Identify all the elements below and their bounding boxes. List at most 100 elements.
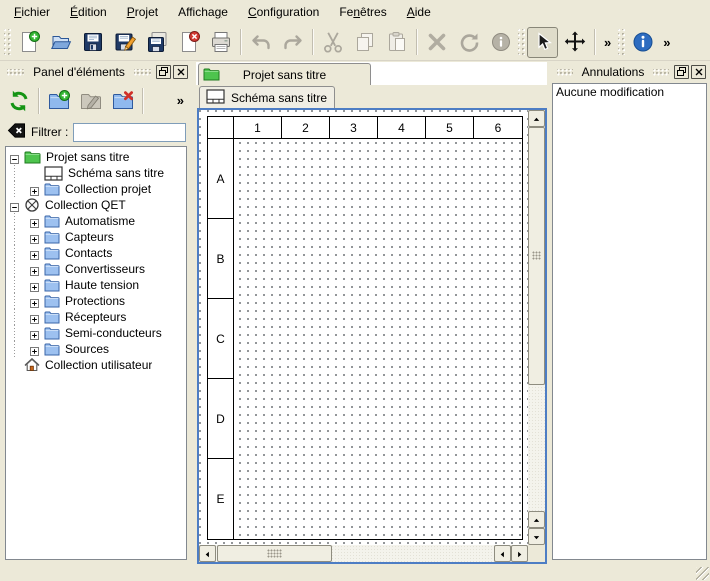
right-splitter[interactable] [547,62,551,564]
tree-item-haute-tension[interactable]: Haute tension [6,277,186,293]
expand-icon[interactable] [30,265,39,274]
left-splitter[interactable] [191,62,195,564]
collapse-icon[interactable] [10,153,19,162]
float-panel-button[interactable] [156,65,171,79]
scrollbar-corner [528,545,545,562]
new-document-button[interactable] [13,27,44,58]
tree-item-recepteurs[interactable]: Récepteurs [6,309,186,325]
float-panel-button[interactable] [674,65,689,79]
tree-item-automatisme[interactable]: Automatisme [6,213,186,229]
menu-edition[interactable]: Édition [60,2,117,22]
menu-affichage[interactable]: Affichage [168,2,238,22]
help-overflow-button[interactable]: » [658,35,675,50]
clear-filter-button[interactable] [6,123,26,141]
menu-configuration[interactable]: Configuration [238,2,329,22]
row-header-D: D [208,379,234,459]
undo-icon [249,30,273,54]
pan-button[interactable] [559,27,590,58]
expand-icon[interactable] [30,313,39,322]
tree-item-label: Projet sans titre [46,150,129,164]
horizontal-scroll-thumb[interactable] [217,545,332,562]
expand-icon[interactable] [30,233,39,242]
menu-fenetres[interactable]: Fenêtres [329,2,396,22]
element-info-button [485,27,516,58]
toolbar-drag-handle[interactable] [4,29,11,55]
folder-icon [44,182,60,196]
scroll-down-button[interactable] [528,528,545,545]
new-category-button[interactable] [43,85,74,116]
resize-grip[interactable] [696,567,709,580]
vertical-scrollbar[interactable] [528,110,545,545]
about-button[interactable] [627,27,658,58]
expand-icon[interactable] [30,329,39,338]
tree-item-collection-qet[interactable]: Collection QET [6,197,186,213]
arrow-up-icon [533,112,540,126]
rotate-icon [457,30,481,54]
spacer [30,169,39,178]
vertical-scroll-thumb[interactable] [528,127,545,385]
tree-item-collection-projet[interactable]: Collection projet [6,181,186,197]
tools-overflow-button[interactable]: » [599,35,616,50]
menu-projet[interactable]: Projet [117,2,168,22]
tree-item-convertisseurs[interactable]: Convertisseurs [6,261,186,277]
expand-icon[interactable] [30,249,39,258]
expand-icon[interactable] [30,217,39,226]
print-button[interactable] [205,27,236,58]
tab-schema-sans-titre[interactable]: Schéma sans titre [199,86,335,108]
reload-collections-button[interactable] [3,85,34,116]
restore-icon [159,65,168,79]
expand-icon[interactable] [30,281,39,290]
menu-bar: FichierÉditionProjetAffichageConfigurati… [0,0,710,24]
scroll-up-button-bottom[interactable] [528,511,545,528]
tree-item-contacts[interactable]: Contacts [6,245,186,261]
clipboard-toolbar-group [317,27,412,58]
horizontal-scrollbar[interactable] [199,545,528,562]
tree-item-capteurs[interactable]: Capteurs [6,229,186,245]
tree-item-semi-conducteurs[interactable]: Semi-conducteurs [6,325,186,341]
scroll-up-button[interactable] [528,110,545,127]
expand-icon[interactable] [30,297,39,306]
close-panel-button[interactable] [691,65,706,79]
row-header-A: A [208,139,234,219]
tree-item-collection-utilisateur[interactable]: Collection utilisateur [6,357,186,373]
save-as-button[interactable] [109,27,140,58]
scroll-left-button-right[interactable] [494,545,511,562]
column-header-4: 4 [378,117,426,139]
filter-input[interactable] [73,123,186,142]
undo-panel-titlebar[interactable]: Annulations [551,62,709,82]
expand-icon[interactable] [30,345,39,354]
open-document-button[interactable] [45,27,76,58]
save-all-button[interactable] [141,27,172,58]
collapse-icon[interactable] [10,201,19,210]
tree-guide [10,165,30,181]
elements-panel-titlebar[interactable]: Panel d'éléments [1,62,191,82]
tree-item-sources[interactable]: Sources [6,341,186,357]
close-document-button[interactable] [173,27,204,58]
tree-item-label: Capteurs [65,230,114,244]
menu-fichier[interactable]: Fichier [4,2,60,22]
scroll-left-button[interactable] [199,545,216,562]
panel-overflow-button[interactable]: » [172,93,189,108]
scroll-right-button[interactable] [511,545,528,562]
schema-canvas[interactable]: 123456ABCDE [199,110,528,545]
select-button[interactable] [527,27,558,58]
toolbar-drag-handle[interactable] [518,29,525,55]
toolbar-drag-handle[interactable] [618,29,625,55]
expand-icon[interactable] [30,185,39,194]
tree-guide [10,245,30,261]
column-header-1: 1 [234,117,282,139]
tab-projet-sans-titre[interactable]: Projet sans titre [198,63,371,85]
delete-category-button[interactable] [107,85,138,116]
column-header-3: 3 [330,117,378,139]
undo-list-item[interactable]: Aucune modification [553,84,706,101]
schema-icon [206,89,225,107]
menu-aide[interactable]: Aide [397,2,441,22]
tree-item-schema-sans-titre[interactable]: Schéma sans titre [6,165,186,181]
tree-item-label: Contacts [65,246,112,260]
tree-item-label: Collection projet [65,182,151,196]
close-panel-button[interactable] [173,65,188,79]
tree-item-protections[interactable]: Protections [6,293,186,309]
tree-item-projet-sans-titre[interactable]: Projet sans titre [6,149,186,165]
paste-button [381,27,412,58]
save-button[interactable] [77,27,108,58]
